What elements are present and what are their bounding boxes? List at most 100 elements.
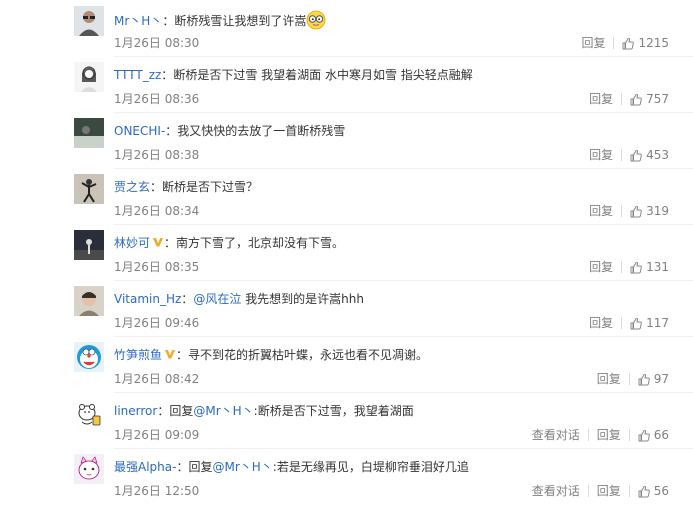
like-count: 1215 — [638, 36, 669, 50]
user-avatar[interactable] — [74, 62, 104, 92]
comment-time: 1月26日 09:46 — [114, 316, 200, 330]
comment-meta: 1月26日 08:38 回复 453 — [114, 147, 683, 163]
comment-text: 寻不到花的折翼枯叶蝶，永远也看不见凋谢。 — [188, 348, 429, 362]
thumbs-up-icon — [630, 317, 642, 329]
comment-username[interactable]: TTTT_zz — [114, 68, 161, 82]
colon-separator: ： — [157, 404, 170, 418]
reply-button[interactable]: 回复 — [581, 35, 605, 51]
comment-item: Vitamin_Hz：@风在泣 我先想到的是许嵩hhh 1月26日 09:46 回复… — [0, 280, 693, 336]
thumbs-up-icon — [630, 93, 642, 105]
user-avatar[interactable] — [74, 342, 104, 372]
comment-line: 竹笋煎鱼 ：寻不到花的折翼枯叶蝶，永远也看不见凋谢。 — [114, 346, 683, 364]
view-conversation-link[interactable]: 查看对话 — [532, 483, 580, 499]
row-separator — [114, 224, 693, 225]
like-button[interactable]: 319 — [630, 203, 669, 219]
comment-actions: 查看对话 回复 56 — [532, 483, 669, 499]
comment-text: 断桥是否下过雪 我望着湖面 水中寒月如雪 指尖轻点融解 — [173, 68, 473, 82]
row-separator — [114, 280, 693, 281]
divider — [628, 373, 630, 385]
reply-button[interactable]: 回复 — [597, 371, 621, 387]
colon-separator: ： — [181, 292, 194, 306]
comment-meta: 1月26日 08:42 回复 97 — [114, 371, 683, 387]
row-separator — [114, 336, 693, 337]
mention-link[interactable]: @Mr丶H丶 — [212, 460, 272, 474]
reply-button[interactable]: 回复 — [589, 315, 613, 331]
like-count: 97 — [653, 372, 669, 386]
like-count: 66 — [653, 428, 669, 442]
comment-time: 1月26日 08:35 — [114, 260, 200, 274]
comment-line: 林妙可 ：南方下雪了，北京却没有下雪。 — [114, 234, 683, 252]
comment-actions: 查看对话 回复 66 — [532, 427, 669, 443]
comment-item: 贾之玄：断桥是否下过雪？ 1月26日 08:34 回复 319 — [0, 168, 693, 224]
row-separator — [114, 448, 693, 449]
comment-meta: 1月26日 09:46 回复 117 — [114, 315, 683, 331]
divider — [587, 429, 589, 441]
comment-time: 1月26日 12:50 — [114, 484, 200, 498]
mention-link[interactable]: @风在泣 — [193, 292, 241, 306]
like-button[interactable]: 117 — [630, 315, 669, 331]
comment-username[interactable]: 竹笋煎鱼 — [114, 348, 162, 362]
user-avatar[interactable] — [74, 398, 104, 428]
comment-text: 我又快快的去放了一首断桥残雪 — [177, 124, 346, 138]
row-separator — [114, 112, 693, 113]
reply-button[interactable]: 回复 — [589, 147, 613, 163]
like-button[interactable]: 757 — [630, 91, 669, 107]
comment-actions: 回复 97 — [597, 371, 669, 387]
like-button[interactable]: 1215 — [622, 35, 669, 51]
divider — [621, 93, 623, 105]
divider — [628, 485, 630, 497]
comment-actions: 回复 453 — [589, 147, 669, 163]
reply-button[interactable]: 回复 — [589, 203, 613, 219]
user-avatar[interactable] — [74, 6, 104, 36]
thumbs-up-icon — [630, 149, 642, 161]
reply-prefix: 回复 — [188, 460, 213, 474]
comment-line: 贾之玄：断桥是否下过雪？ — [114, 178, 683, 196]
like-button[interactable]: 131 — [630, 259, 669, 275]
comment-line: ONECHI-：我又快快的去放了一首断桥残雪 — [114, 122, 683, 140]
comment-username[interactable]: Vitamin_Hz — [114, 292, 181, 306]
comment-username[interactable]: ONECHI- — [114, 124, 165, 138]
reply-button[interactable]: 回复 — [589, 91, 613, 107]
comment-meta: 1月26日 08:36 回复 757 — [114, 91, 683, 107]
comment-actions: 回复 117 — [589, 315, 669, 331]
verified-v-icon — [153, 238, 164, 247]
like-count: 453 — [646, 148, 669, 162]
user-avatar[interactable] — [74, 230, 104, 260]
comment-username[interactable]: 最强Alpha- — [114, 460, 176, 474]
comment-username[interactable]: 林妙可 — [114, 236, 150, 250]
colon-separator: ： — [161, 68, 174, 82]
view-conversation-link[interactable]: 查看对话 — [532, 427, 580, 443]
reply-prefix: 回复 — [169, 404, 194, 418]
like-count: 117 — [646, 316, 669, 330]
comment-time: 1月26日 08:36 — [114, 92, 200, 106]
like-count: 131 — [646, 260, 669, 274]
comment-item: 最强Alpha-：回复@Mr丶H丶:若是无缘再见，白堤柳帘垂泪好几追 1月26日 … — [0, 448, 693, 504]
comment-text: :断桥是否下过雪，我望着湖面 — [253, 404, 414, 418]
like-button[interactable]: 66 — [638, 427, 669, 443]
comment-username[interactable]: linerror — [114, 404, 157, 418]
reply-button[interactable]: 回复 — [597, 483, 621, 499]
comment-item: ONECHI-：我又快快的去放了一首断桥残雪 1月26日 08:38 回复 453 — [0, 112, 693, 168]
comment-text: :若是无缘再见，白堤柳帘垂泪好几追 — [272, 460, 469, 474]
reply-button[interactable]: 回复 — [589, 259, 613, 275]
like-button[interactable]: 453 — [630, 147, 669, 163]
comment-actions: 回复 1215 — [581, 35, 669, 51]
comment-item: 林妙可 ：南方下雪了，北京却没有下雪。 1月26日 08:35 回复 131 — [0, 224, 693, 280]
divider — [613, 37, 615, 49]
colon-separator: ： — [176, 460, 189, 474]
colon-separator: ： — [162, 14, 175, 28]
like-button[interactable]: 97 — [638, 371, 669, 387]
user-avatar[interactable] — [74, 174, 104, 204]
comment-item: Mr丶H丶：断桥残雪让我想到了许嵩 1月26日 08:30 回复 1215 — [0, 0, 693, 56]
comment-username[interactable]: 贾之玄 — [114, 180, 150, 194]
mention-link[interactable]: @Mr丶H丶 — [193, 404, 253, 418]
comment-username[interactable]: Mr丶H丶 — [114, 14, 162, 28]
user-avatar[interactable] — [74, 118, 104, 148]
like-button[interactable]: 56 — [638, 483, 669, 499]
comment-time: 1月26日 08:34 — [114, 204, 200, 218]
user-avatar[interactable] — [74, 286, 104, 316]
user-avatar[interactable] — [74, 454, 104, 484]
comment-meta: 1月26日 09:09 查看对话 回复 66 — [114, 427, 683, 443]
like-count: 319 — [646, 204, 669, 218]
reply-button[interactable]: 回复 — [597, 427, 621, 443]
